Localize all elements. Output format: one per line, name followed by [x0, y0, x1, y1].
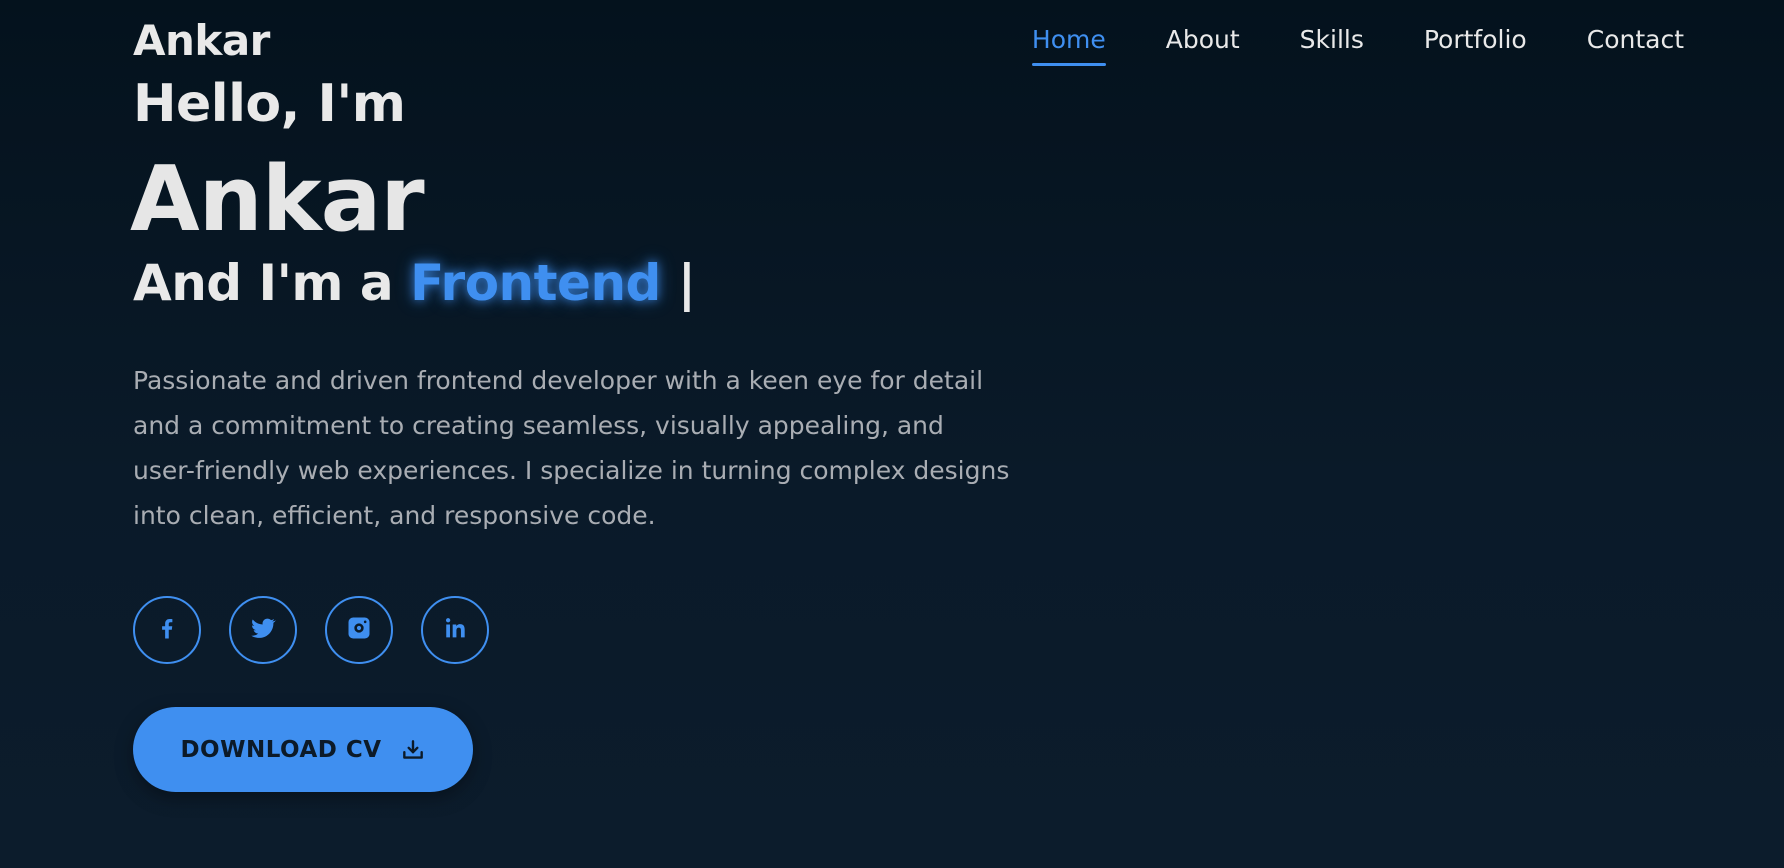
- facebook-icon: [153, 614, 181, 646]
- twitter-icon: [249, 614, 277, 646]
- instagram-link[interactable]: [325, 596, 393, 664]
- linkedin-icon: [441, 614, 469, 646]
- typing-cursor: |: [677, 254, 696, 312]
- role-prefix: And I'm a: [133, 254, 394, 312]
- twitter-link[interactable]: [229, 596, 297, 664]
- download-cv-label: DOWNLOAD CV: [180, 736, 382, 763]
- nav-item-portfolio[interactable]: Portfolio: [1424, 18, 1527, 62]
- linkedin-link[interactable]: [421, 596, 489, 664]
- facebook-link[interactable]: [133, 596, 201, 664]
- brand-logo[interactable]: Ankar: [133, 16, 270, 66]
- download-cv-button[interactable]: DOWNLOAD CV: [133, 707, 473, 792]
- hero-name: Ankar: [130, 147, 425, 252]
- nav-item-contact[interactable]: Contact: [1587, 18, 1684, 62]
- hero-role: And I'm a Frontend |: [133, 252, 696, 314]
- hero-description: Passionate and driven frontend developer…: [133, 366, 1010, 530]
- hero-greeting: Hello, I'm: [133, 74, 406, 134]
- download-icon: [400, 737, 426, 763]
- main-nav: Home About Skills Portfolio Contact: [972, 18, 1684, 66]
- nav-item-home[interactable]: Home: [1031, 18, 1106, 66]
- social-links: [133, 596, 517, 664]
- nav-item-about[interactable]: About: [1166, 18, 1240, 62]
- instagram-icon: [345, 614, 373, 646]
- nav-item-skills[interactable]: Skills: [1300, 18, 1364, 62]
- role-highlight: Frontend: [410, 254, 661, 312]
